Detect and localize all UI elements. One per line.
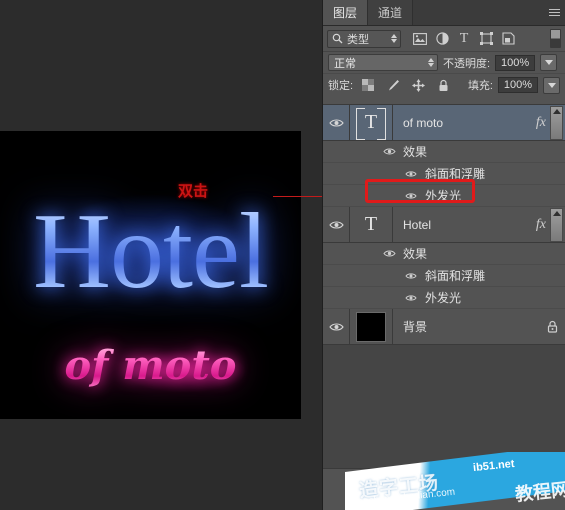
stepper-icon[interactable] [391,34,397,43]
add-layer-mask-icon[interactable] [469,483,484,496]
effect-row-outer-glow-hotel[interactable]: 外发光 [323,287,565,309]
blend-mode-value: 正常 [334,57,356,70]
panel-tab-bar: 图层 通道 [323,0,565,26]
smart-object-filter-icon[interactable] [497,29,519,49]
text-layer-thumb-icon: T [356,107,386,140]
layer-thumbnail[interactable] [349,308,393,345]
canvas-headline-text: Hotel [0,193,301,311]
opacity-value[interactable]: 100% [495,54,536,71]
shape-layer-filter-icon[interactable] [475,29,497,49]
fill-label: 填充: [467,80,493,92]
layer-thumbnail[interactable]: T [349,206,393,243]
search-icon [332,33,343,44]
layer-name-of-moto[interactable]: of moto [393,116,536,130]
effects-group-row-hotel[interactable]: 效果 [323,243,565,265]
layer-row-background[interactable]: 背景 [323,308,565,345]
fill-dropdown-icon[interactable] [543,76,560,94]
fill-value[interactable]: 100% [498,77,538,93]
effect-label-bevel: 斜面和浮雕 [425,269,486,283]
image-canvas[interactable]: Hotel of moto [0,131,301,419]
layer-effects-expander-icon[interactable] [550,105,563,140]
opacity-dropdown-icon[interactable] [540,54,558,71]
layer-fx-badge[interactable]: fx [536,217,550,233]
lock-label: 锁定: [328,80,354,92]
effect-visibility-icon[interactable] [403,294,419,302]
filter-enable-toggle[interactable] [550,29,561,48]
lock-row: 锁定: 填充: 100% [323,74,565,96]
add-layer-style-icon[interactable]: fx [435,483,455,496]
effects-group-label: 效果 [403,145,428,159]
blend-mode-stepper-icon[interactable] [428,58,434,67]
opacity-label: 不透明度: [443,57,491,70]
effects-group-label: 效果 [403,247,428,261]
effect-label-bevel: 斜面和浮雕 [425,167,486,181]
layer-list-empty-area [323,442,565,468]
filter-type-label: 类型 [347,33,369,46]
tab-channels-label: 通道 [378,6,403,20]
document-area: Hotel of moto 双击 [0,0,322,510]
layers-panel: 图层 通道 类型 T 正常 不透明度: 100% 锁定: 填充: 100% T … [322,0,565,510]
tab-layers-label: 图层 [333,6,358,20]
effect-visibility-icon[interactable] [403,170,419,178]
photoshop-window: Hotel of moto 双击 图层 通道 类型 T 正常 不透明度: 100… [0,0,565,510]
panel-menu-icon[interactable] [543,0,565,25]
effect-label-outer-glow: 外发光 [425,291,462,305]
tab-channels[interactable]: 通道 [368,0,414,25]
blend-mode-select[interactable]: 正常 [328,54,438,71]
tab-layers[interactable]: 图层 [323,0,369,25]
effect-row-bevel-of-moto[interactable]: 斜面和浮雕 [323,163,565,185]
effects-group-visibility-icon[interactable] [381,147,397,156]
lock-image-pixels-icon[interactable] [383,76,403,94]
layer-fx-badge[interactable]: fx [536,115,550,131]
effect-visibility-icon[interactable] [403,272,419,280]
filter-type-select[interactable]: 类型 [327,29,401,48]
filter-icon-group: T [409,29,519,49]
lock-all-icon[interactable] [433,76,453,94]
adjustment-layer-filter-icon[interactable] [431,29,453,49]
effect-row-bevel-hotel[interactable]: 斜面和浮雕 [323,265,565,287]
svg-text:fx: fx [436,483,446,496]
link-layers-icon[interactable] [404,484,421,495]
pixel-layer-filter-icon[interactable] [409,29,431,49]
background-layer-thumb-icon [356,311,386,342]
annotation-label: 双击 [178,182,209,200]
effect-label-outer-glow: 外发光 [425,189,462,203]
text-layer-thumb-icon: T [364,213,378,235]
effects-group-row-of-moto[interactable]: 效果 [323,141,565,163]
effect-visibility-icon[interactable] [403,192,419,200]
layer-name-hotel[interactable]: Hotel [393,218,536,232]
layers-panel-bottom-bar: fx [323,468,565,510]
layer-thumbnail[interactable]: T [349,104,393,141]
layer-row-hotel[interactable]: T Hotel fx [323,206,565,243]
canvas-subline-text: of moto [0,341,301,391]
tab-bar-filler [413,0,543,25]
lock-position-icon[interactable] [408,76,428,94]
layer-filter-bar: 类型 T [323,26,565,52]
effects-group-visibility-icon[interactable] [381,249,397,258]
lock-transparent-pixels-icon[interactable] [358,76,378,94]
effect-row-outer-glow-of-moto[interactable]: 外发光 [323,185,565,207]
text-layer-filter-icon[interactable]: T [453,29,475,49]
layer-list[interactable]: T of moto fx 效果 斜面和浮雕 外发光 T Hotel fx 效果 … [323,104,565,468]
layer-row-of-moto[interactable]: T of moto fx [323,104,565,141]
blend-mode-row: 正常 不透明度: 100% [323,52,565,74]
layer-effects-expander-icon[interactable] [550,207,563,242]
background-lock-icon [539,320,565,333]
layer-visibility-icon[interactable] [323,118,349,128]
layer-visibility-icon[interactable] [323,322,349,332]
layer-visibility-icon[interactable] [323,220,349,230]
layer-name-background[interactable]: 背景 [393,318,539,335]
